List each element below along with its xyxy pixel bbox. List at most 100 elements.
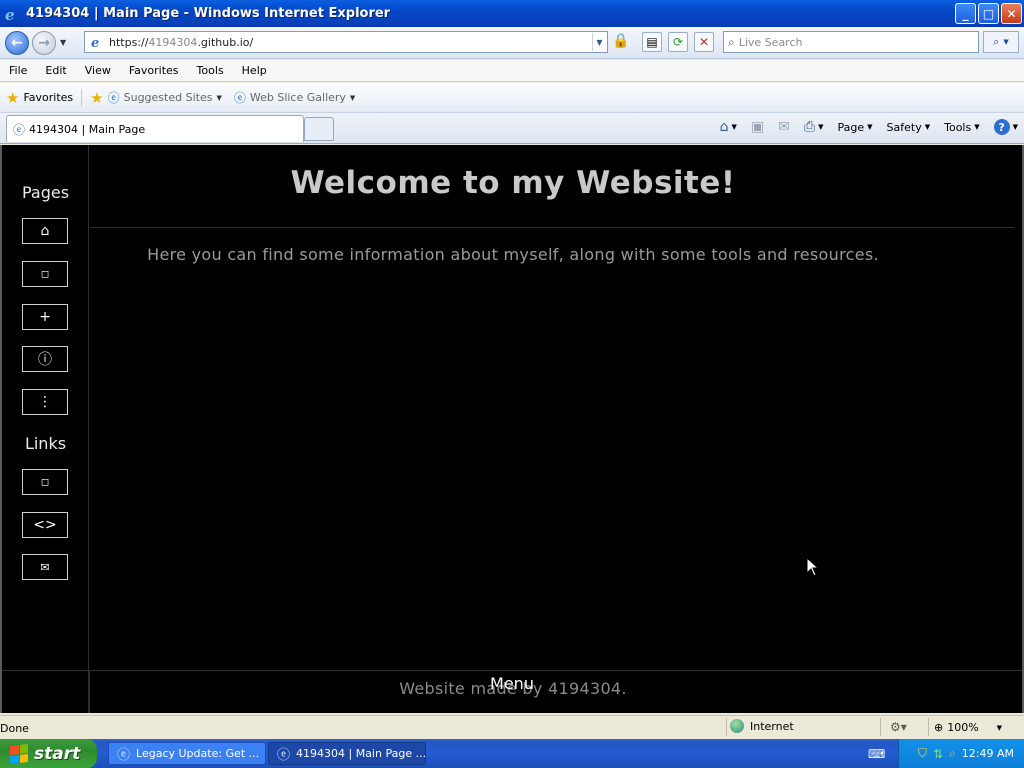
tab-page-icon: ⓔ: [13, 122, 26, 137]
menu-view[interactable]: View: [76, 64, 120, 77]
minimize-button[interactable]: _: [955, 3, 976, 24]
add-favorites-icon[interactable]: ★: [90, 89, 103, 107]
forward-arrow-icon: →: [38, 34, 50, 51]
web-slice-gallery-link[interactable]: ⓔ Web Slice Gallery ▼: [234, 89, 355, 106]
compatibility-view-icon[interactable]: ▤: [642, 32, 662, 52]
page-title: Welcome to my Website!: [290, 165, 736, 201]
page-menu[interactable]: Page ▼: [838, 121, 873, 134]
info-icon: ⓘ: [38, 352, 52, 368]
web-slice-dropdown-icon[interactable]: ▼: [350, 94, 355, 102]
mail-icon: ✉: [40, 560, 50, 574]
address-dropdown-icon[interactable]: ▼: [592, 33, 606, 51]
search-options-dropdown-icon[interactable]: ▼: [1003, 38, 1008, 46]
home-button[interactable]: ⌂ ▼: [720, 119, 737, 135]
home-icon: ⌂: [719, 119, 729, 135]
internet-explorer-icon: e: [5, 6, 15, 22]
favorites-separator: [81, 88, 83, 107]
menu-file[interactable]: File: [0, 64, 36, 77]
favorites-button[interactable]: Favorites: [23, 91, 73, 104]
search-go-icon: ⌕: [993, 35, 1000, 48]
square-icon: ◻: [40, 268, 50, 280]
url-host: .github.io/: [197, 35, 254, 49]
print-dropdown-icon[interactable]: ▼: [818, 123, 823, 131]
page-menu-label: Page: [837, 120, 865, 134]
link-mail-button[interactable]: ✉: [22, 554, 68, 580]
menu-edit[interactable]: Edit: [36, 64, 75, 77]
refresh-icon[interactable]: ⟳: [668, 32, 688, 52]
home-dropdown-icon[interactable]: ▼: [732, 123, 737, 131]
pages-heading: Pages: [21, 183, 70, 202]
start-label: start: [34, 743, 81, 764]
stop-icon[interactable]: ✕: [694, 32, 714, 52]
help-button[interactable]: ? ▼: [993, 119, 1018, 135]
zoom-level: 100%: [947, 721, 979, 734]
link-square-button[interactable]: ◻: [22, 469, 68, 495]
nav-info-button[interactable]: ⓘ: [22, 346, 68, 372]
feeds-button[interactable]: ▣: [751, 119, 764, 135]
suggested-sites-link[interactable]: ⓔ Suggested Sites ▼: [108, 89, 222, 106]
status-separator: [726, 718, 727, 736]
menu-favorites[interactable]: Favorites: [120, 64, 188, 77]
suggested-sites-label: Suggested Sites: [123, 91, 213, 104]
favorites-star-icon: ★: [6, 88, 20, 107]
help-dropdown-icon[interactable]: ▼: [1013, 123, 1018, 131]
new-tab-button[interactable]: [304, 117, 334, 141]
status-separator: [928, 718, 929, 736]
menu-tools[interactable]: Tools: [188, 64, 233, 77]
url-subdomain: 4194304: [148, 35, 198, 49]
nav-more-button[interactable]: ⋮: [22, 389, 68, 415]
network-icon[interactable]: ⇅: [933, 747, 943, 761]
page-viewport: Pages ⌂ ◻ + ⓘ ⋮ Links ◻ <> ✉ Welcome to …: [0, 145, 1024, 713]
search-input[interactable]: ⌕ Live Search: [723, 31, 979, 53]
search-button[interactable]: ⌕ ▼: [983, 31, 1019, 53]
zoom-control[interactable]: ⊕ 100% ▼: [934, 721, 1002, 734]
home-icon: ⌂: [40, 223, 50, 239]
nav-home-button[interactable]: ⌂: [22, 218, 68, 244]
menu-toggle[interactable]: Menu: [452, 674, 572, 693]
taskbar-item-main-page[interactable]: ⓔ 4194304 | Main Page ...: [268, 742, 426, 765]
security-shield-icon[interactable]: ⛉: [918, 746, 927, 761]
status-separator: [880, 718, 881, 736]
menu-help[interactable]: Help: [233, 64, 276, 77]
window-title: 4194304 | Main Page - Windows Internet E…: [26, 6, 391, 21]
favorites-bar: ★ Favorites ★ ⓔ Suggested Sites ▼ ⓔ Web …: [0, 83, 1024, 113]
task-label: 4194304 | Main Page ...: [296, 747, 426, 760]
mail-icon: ✉: [778, 119, 790, 135]
tab-row: ⓔ 4194304 | Main Page ⌂ ▼ ▣ ✉ ⎙ ▼ Page ▼ Sa…: [0, 113, 1024, 144]
maximize-button[interactable]: □: [978, 3, 999, 24]
taskbar: start ⓔ Legacy Update: Get ... ⓔ 4194304…: [0, 739, 1024, 768]
zoom-icon: ⊕: [934, 721, 944, 734]
page-dropdown-icon: ▼: [867, 123, 873, 131]
address-bar[interactable]: e https://4194304.github.io/ ▼: [84, 31, 608, 53]
lock-icon[interactable]: 🔒: [612, 33, 630, 51]
history-dropdown-icon[interactable]: ▼: [60, 38, 66, 47]
safety-menu[interactable]: Safety ▼: [887, 121, 931, 134]
forward-button[interactable]: →: [32, 30, 56, 55]
print-button[interactable]: ⎙ ▼: [804, 119, 824, 135]
taskbar-item-legacy-update[interactable]: ⓔ Legacy Update: Get ...: [108, 742, 266, 765]
search-tray-icon[interactable]: ⌕: [949, 746, 956, 761]
link-code-button[interactable]: <>: [22, 512, 68, 538]
system-tray: ⛉ ⇅ ⌕ 12:49 AM: [898, 739, 1024, 768]
zoom-dropdown-icon[interactable]: ▼: [997, 724, 1002, 732]
close-button[interactable]: ✕: [1001, 3, 1022, 24]
web-slice-icon: ⓔ: [233, 91, 246, 105]
start-button[interactable]: start: [0, 739, 97, 768]
mail-button[interactable]: ✉: [778, 119, 790, 135]
keyboard-icon[interactable]: ⌨: [868, 747, 885, 761]
safety-dropdown-icon: ▼: [924, 123, 931, 131]
nav-add-button[interactable]: +: [22, 304, 68, 330]
protected-mode-icon[interactable]: ⚙▾: [890, 720, 907, 734]
menu-bar: File Edit View Favorites Tools Help: [0, 60, 1024, 82]
tab-main-page[interactable]: ⓔ 4194304 | Main Page: [6, 115, 304, 142]
back-button[interactable]: ←: [5, 30, 29, 55]
back-arrow-icon: ←: [11, 34, 23, 51]
suggested-sites-dropdown-icon[interactable]: ▼: [216, 94, 221, 102]
svg-text:e: e: [91, 36, 99, 50]
sidebar-nav: Pages ⌂ ◻ + ⓘ ⋮ Links ◻ <> ✉: [2, 145, 89, 713]
tools-menu[interactable]: Tools ▼: [944, 121, 980, 134]
clock[interactable]: 12:49 AM: [962, 747, 1014, 760]
nav-page-button[interactable]: ◻: [22, 261, 68, 287]
security-zone[interactable]: Internet: [730, 719, 794, 733]
status-text: Done: [0, 722, 29, 735]
